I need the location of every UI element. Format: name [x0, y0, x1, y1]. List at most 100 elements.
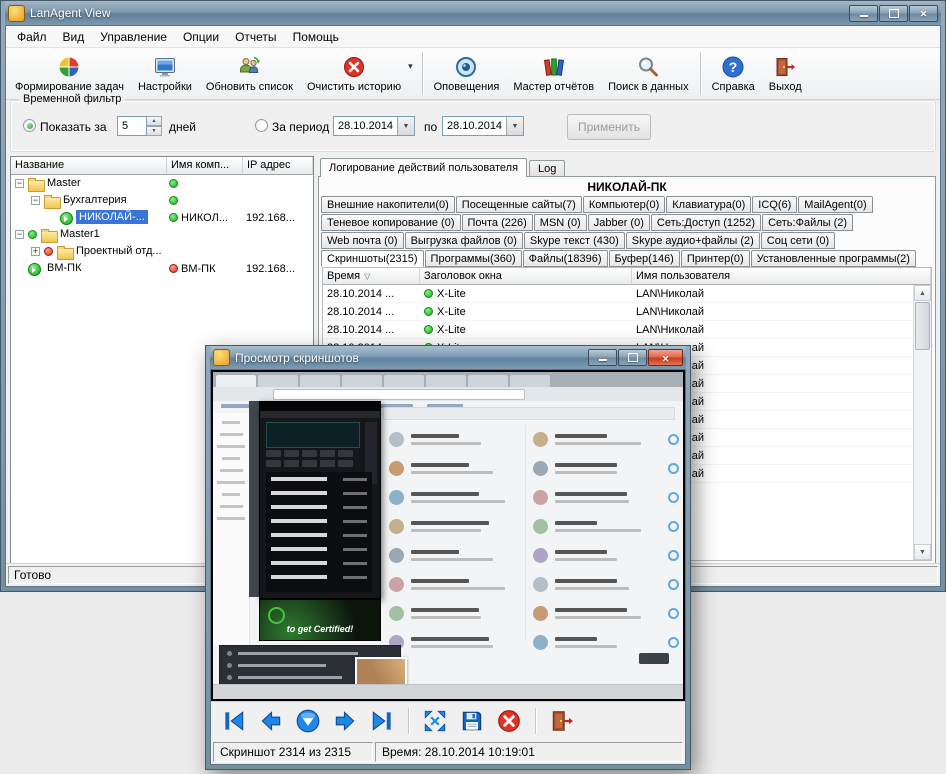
category-tab-3-5[interactable]: Установленные программы(2) [751, 250, 916, 267]
report-wizard-button[interactable]: Мастер отчётов [506, 49, 601, 98]
days-value[interactable]: 5 [117, 116, 147, 136]
date-to-combo[interactable]: 28.10.2014 ▼ [442, 116, 524, 136]
category-tab-0-4[interactable]: ICQ(6) [752, 196, 797, 213]
tree-expander[interactable]: − [31, 196, 40, 205]
tree-node-3[interactable]: − Master1 [11, 226, 313, 243]
category-tab-0-3[interactable]: Клавиатура(0) [666, 196, 751, 213]
tree-node-label[interactable]: НИКОЛАЙ-... [76, 210, 148, 224]
tree-expander[interactable]: + [31, 247, 40, 256]
close-viewer-button[interactable] [547, 706, 577, 736]
tree-node-2[interactable]: НИКОЛАЙ-...НИКОЛ...192.168... [11, 209, 313, 226]
tree-column-header-1[interactable]: Имя комп... [167, 157, 243, 175]
tree-node-label[interactable]: Проектный отд... [73, 244, 165, 258]
refresh-list-button[interactable]: Обновить список [199, 49, 300, 98]
menu-item-3[interactable]: Опции [175, 27, 227, 47]
category-tab-2-1[interactable]: Выгрузка файлов (0) [405, 232, 523, 249]
category-tab-0-2[interactable]: Компьютер(0) [583, 196, 665, 213]
tree-expander[interactable]: − [15, 179, 24, 188]
clear-history-button[interactable]: Очистить историю [300, 49, 408, 98]
log-row-1[interactable]: 28.10.2014 ...X-LiteLAN\Николай [323, 303, 914, 321]
scrollbar-thumb[interactable] [915, 302, 930, 350]
menu-item-5[interactable]: Помощь [285, 27, 347, 47]
period-radio[interactable] [255, 119, 268, 132]
viewer-close-button[interactable] [648, 349, 683, 366]
category-tab-1-0[interactable]: Теневое копирование (0) [321, 214, 461, 231]
tree-node-label[interactable]: Бухгалтерия [60, 193, 130, 207]
slideshow-button[interactable] [293, 706, 323, 736]
menu-item-0[interactable]: Файл [9, 27, 55, 47]
tree-column-header-2[interactable]: IP адрес [243, 157, 313, 175]
category-tab-1-2[interactable]: MSN (0) [534, 214, 587, 231]
fit-screen-button[interactable] [420, 706, 450, 736]
data-search-button[interactable]: Поиск в данных [601, 49, 696, 98]
category-tab-3-3[interactable]: Буфер(146) [609, 250, 680, 267]
settings-button[interactable]: Настройки [131, 49, 199, 98]
menu-item-2[interactable]: Управление [92, 27, 175, 47]
category-tab-3-1[interactable]: Программы(360) [425, 250, 522, 267]
next-screenshot-button[interactable] [330, 706, 360, 736]
last-screenshot-button[interactable] [367, 706, 397, 736]
days-spinner[interactable]: 5 ▲ ▼ [117, 116, 162, 136]
first-screenshot-button[interactable] [219, 706, 249, 736]
log-row-0[interactable]: 28.10.2014 ...X-LiteLAN\Николай [323, 285, 914, 303]
vertical-scrollbar[interactable]: ▲ ▼ [913, 285, 931, 560]
category-tab-2-2[interactable]: Skype текст (430) [524, 232, 625, 249]
scroll-up-button[interactable]: ▲ [914, 285, 931, 301]
grid-column-header-1[interactable]: Заголовок окна [420, 268, 632, 285]
tree-node-5[interactable]: ВМ-ПКВМ-ПК192.168... [11, 260, 313, 277]
scroll-down-button[interactable]: ▼ [914, 544, 931, 560]
decor [668, 463, 679, 474]
alerts-button[interactable]: Оповещения [427, 49, 507, 98]
category-tab-3-2[interactable]: Файлы(18396) [523, 250, 608, 267]
category-tab-3-4[interactable]: Принтер(0) [681, 250, 750, 267]
log-main-tab-1[interactable]: Log [529, 160, 565, 176]
category-tab-0-0[interactable]: Внешние накопители(0) [321, 196, 455, 213]
category-tab-2-4[interactable]: Соц сети (0) [761, 232, 835, 249]
chevron-down-icon[interactable]: ▼ [506, 117, 523, 135]
viewer-minimize-button[interactable] [588, 349, 617, 366]
app-exit-button[interactable]: Выход [762, 49, 809, 98]
chevron-down-icon[interactable]: ▼ [397, 117, 414, 135]
log-row-2[interactable]: 28.10.2014 ...X-LiteLAN\Николай [323, 321, 914, 339]
show-last-days-radio[interactable] [23, 119, 36, 132]
tree-column-header-0[interactable]: Название [11, 157, 167, 175]
tree-node-label[interactable]: ВМ-ПК [44, 261, 84, 275]
help-button[interactable]: ?Справка [705, 49, 762, 98]
maximize-button[interactable] [879, 5, 908, 22]
category-tab-0-5[interactable]: MailAgent(0) [798, 196, 872, 213]
date-from-combo[interactable]: 28.10.2014 ▼ [333, 116, 415, 136]
category-tab-1-1[interactable]: Почта (226) [462, 214, 533, 231]
menu-item-1[interactable]: Вид [55, 27, 93, 47]
tree-node-0[interactable]: − Master [11, 175, 313, 192]
viewer-maximize-button[interactable] [618, 349, 647, 366]
grid-column-header-0[interactable]: Время▽ [323, 268, 420, 285]
category-tab-1-5[interactable]: Сеть:Файлы (2) [762, 214, 853, 231]
apply-button[interactable]: Применить [567, 114, 651, 140]
tree-node-label[interactable]: Master [44, 176, 84, 190]
tree-expander[interactable]: − [15, 230, 24, 239]
viewer-titlebar[interactable]: Просмотр скриншотов [210, 346, 686, 369]
form-tasks-button[interactable]: Формирование задач [8, 49, 131, 98]
prev-screenshot-button[interactable] [256, 706, 286, 736]
tree-node-1[interactable]: − Бухгалтерия [11, 192, 313, 209]
category-tab-2-0[interactable]: Web почта (0) [321, 232, 404, 249]
category-tab-2-3[interactable]: Skype аудио+файлы (2) [626, 232, 760, 249]
main-titlebar[interactable]: LanAgent View [5, 1, 941, 25]
clear-history-dropdown-arrow[interactable]: ▾ [408, 49, 418, 98]
spin-down-button[interactable]: ▼ [147, 126, 162, 136]
category-tab-1-3[interactable]: Jabber (0) [588, 214, 650, 231]
category-tab-1-4[interactable]: Сеть:Доступ (1252) [651, 214, 761, 231]
category-tab-3-0[interactable]: Скриншоты(2315) [321, 250, 424, 267]
minimize-button[interactable] [849, 5, 878, 22]
grid-column-header-2[interactable]: Имя пользователя [632, 268, 931, 285]
close-button[interactable] [909, 5, 938, 22]
save-screenshot-button[interactable] [457, 706, 487, 736]
menu-item-4[interactable]: Отчеты [227, 27, 284, 47]
category-tab-0-1[interactable]: Посещенные сайты(7) [456, 196, 582, 213]
delete-screenshot-button[interactable] [494, 706, 524, 736]
tree-node-4[interactable]: + Проектный отд... [11, 243, 313, 260]
tree-node-label[interactable]: Master1 [57, 227, 103, 241]
spin-up-button[interactable]: ▲ [147, 116, 162, 126]
decor [555, 492, 661, 503]
log-main-tab-0[interactable]: Логирование действий пользователя [320, 158, 527, 177]
